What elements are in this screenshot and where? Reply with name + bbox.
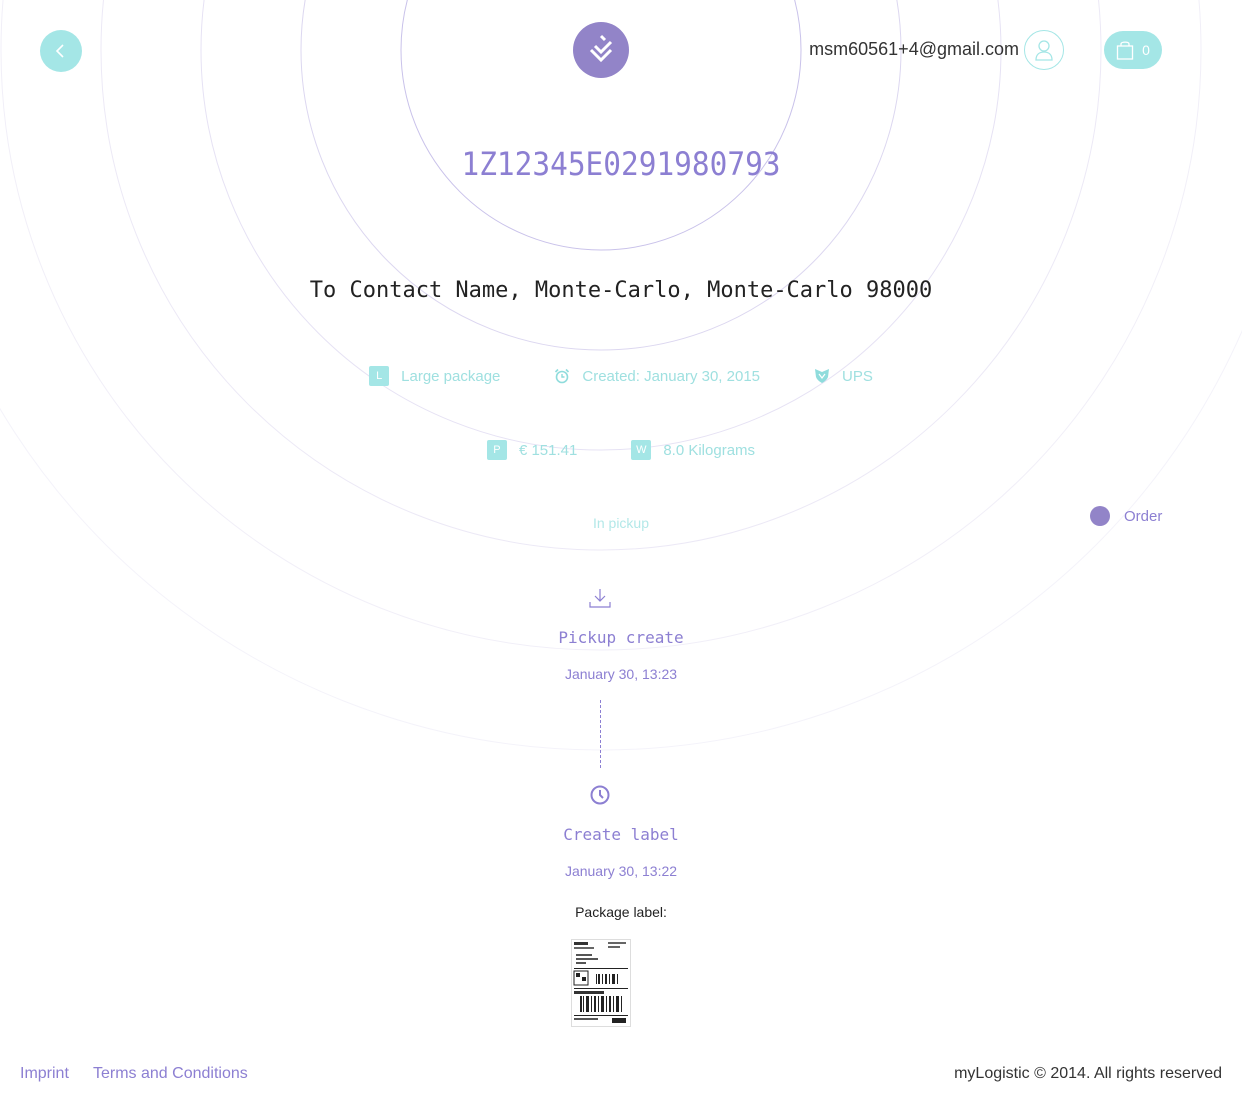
shipment-address: To Contact Name, Monte-Carlo, Monte-Carl… [309, 278, 933, 303]
shipment-details-row: L Large package Created: January 30, 201… [0, 366, 1242, 386]
shipment-cost-row: P € 151.41 W 8.0 Kilograms [0, 440, 1242, 460]
logo[interactable] [573, 22, 629, 78]
package-label-caption: Package label: [575, 904, 667, 920]
user-icon [1035, 40, 1053, 61]
cart-count: 0 [1142, 42, 1150, 58]
carrier: UPS [814, 368, 873, 385]
weight-badge: W [631, 440, 652, 460]
cart-button[interactable]: 0 [1104, 31, 1162, 69]
timeline-connector [600, 700, 601, 768]
back-button[interactable] [40, 30, 82, 72]
shield-icon [815, 369, 830, 383]
package-type: L Large package [369, 366, 500, 386]
shopping-bag-icon [1116, 41, 1134, 60]
price-label: € 151.41 [518, 441, 578, 459]
weight-label: 8.0 Kilograms [663, 441, 756, 459]
tracking-number: 1Z12345E0291980793 [461, 145, 781, 183]
timeline-event-date: January 30, 13:23 [564, 666, 678, 682]
status-label: In pickup [592, 515, 650, 531]
weight: W 8.0 Kilograms [631, 440, 755, 460]
order-legend-label: Order [1124, 507, 1163, 525]
created-date: Created: January 30, 2015 [554, 368, 760, 385]
imprint-link[interactable]: Imprint [20, 1065, 69, 1083]
download-icon [589, 589, 611, 608]
carrier-label: UPS [842, 367, 873, 385]
package-type-label: Large package [401, 367, 501, 385]
price-badge: P [486, 440, 507, 460]
timeline-event-title: Create label [563, 825, 679, 844]
clock-icon [590, 785, 610, 805]
user-account-button[interactable] [1024, 30, 1064, 70]
timeline-event-date: January 30, 13:22 [564, 863, 678, 879]
terms-link[interactable]: Terms and Conditions [93, 1065, 248, 1083]
timeline-event-title: Pickup create [558, 628, 684, 647]
shipping-label-image [573, 942, 628, 1023]
order-legend: Order [1090, 506, 1162, 526]
user-email[interactable]: msm60561+4@gmail.com [809, 38, 1019, 60]
copyright-text: myLogistic © 2014. All rights reserved [954, 1065, 1222, 1082]
created-date-label: Created: January 30, 2015 [582, 367, 761, 385]
alarm-clock-icon [555, 368, 570, 384]
package-type-badge: L [369, 366, 390, 386]
order-dot [1090, 506, 1110, 526]
logo-icon [589, 34, 613, 63]
package-label-thumbnail[interactable] [571, 939, 631, 1027]
price: P € 151.41 [486, 440, 578, 460]
chevron-left-icon [55, 44, 64, 58]
